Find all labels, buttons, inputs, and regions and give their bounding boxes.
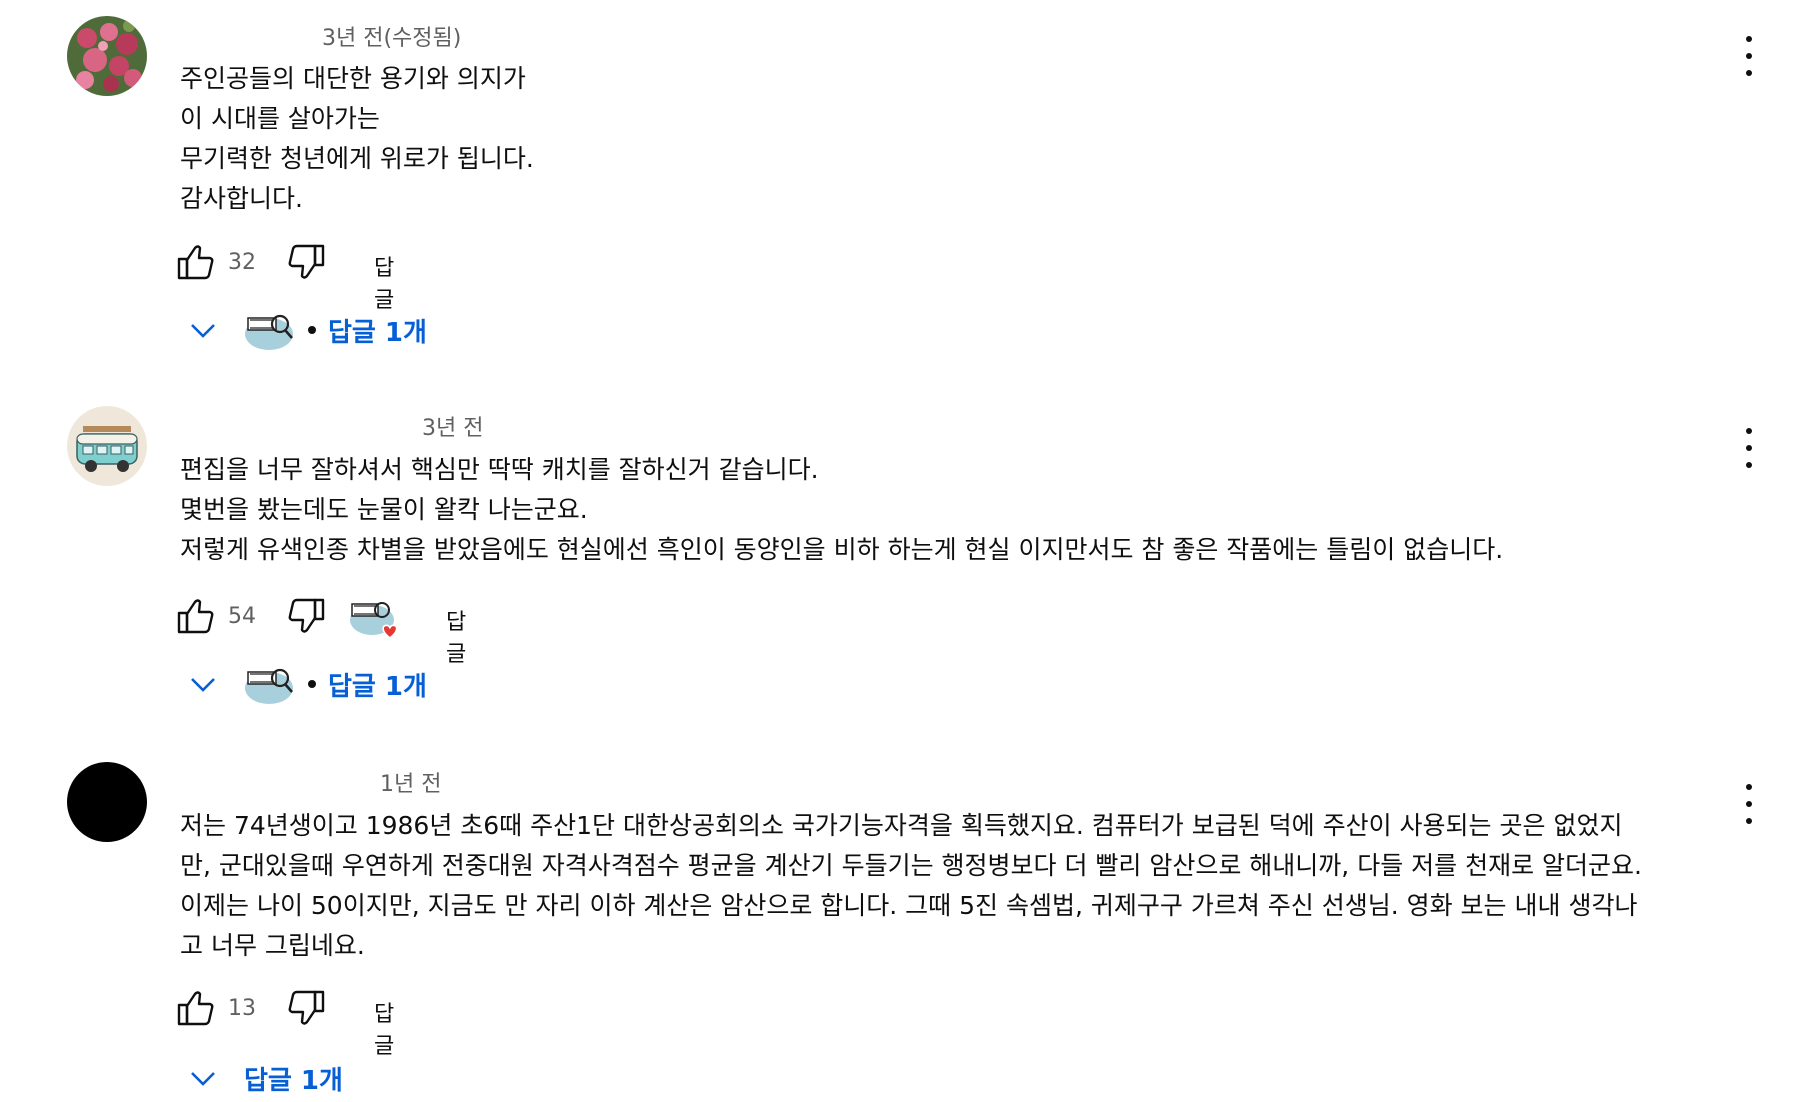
like-icon[interactable] bbox=[176, 596, 216, 640]
reply-button[interactable]: 답글 bbox=[374, 996, 394, 1060]
chevron-down-icon bbox=[191, 678, 215, 692]
separator-dot bbox=[308, 326, 316, 334]
dislike-icon[interactable] bbox=[286, 242, 326, 286]
view-replies-button[interactable]: 답글 1개 bbox=[186, 1054, 343, 1102]
reply-author-avatar bbox=[245, 668, 293, 704]
like-count: 13 bbox=[228, 996, 256, 1021]
comment-text: 저는 74년생이고 1986년 초6때 주산1단 대한상공회의소 국가기능자격을… bbox=[180, 811, 1642, 960]
comment-timestamp[interactable]: 3년 전(수정됨) bbox=[322, 20, 461, 52]
kebab-dot bbox=[1746, 445, 1752, 451]
chevron-down-icon bbox=[191, 1072, 215, 1086]
kebab-dot bbox=[1746, 428, 1752, 434]
replies-count-label: 답글 1개 bbox=[328, 671, 427, 702]
kebab-dot bbox=[1746, 784, 1752, 790]
kebab-dot bbox=[1746, 462, 1752, 468]
like-icon[interactable] bbox=[176, 242, 216, 286]
comment-timestamp[interactable]: 1년 전 bbox=[380, 766, 441, 798]
like-count: 32 bbox=[228, 250, 256, 275]
dislike-icon[interactable] bbox=[286, 596, 326, 640]
comment-timestamp[interactable]: 3년 전 bbox=[422, 410, 483, 442]
kebab-dot bbox=[1746, 801, 1752, 807]
commenter-avatar[interactable] bbox=[67, 406, 147, 486]
comment-text: 편집을 너무 잘하셔서 핵심만 딱딱 캐치를 잘하신거 같습니다. 몇번을 봤는… bbox=[180, 455, 1504, 564]
comment-text: 주인공들의 대단한 용기와 의지가 이 시대를 살아가는 무기력한 청년에게 위… bbox=[180, 64, 534, 213]
like-count: 54 bbox=[228, 604, 256, 629]
more-actions-button[interactable] bbox=[1735, 428, 1763, 468]
reply-button[interactable]: 답글 bbox=[446, 604, 466, 668]
replies-count-label: 답글 1개 bbox=[244, 1065, 343, 1096]
more-actions-button[interactable] bbox=[1735, 36, 1763, 76]
commenter-avatar[interactable] bbox=[67, 16, 147, 96]
view-replies-button[interactable]: 답글 1개 bbox=[186, 306, 427, 354]
replies-count-label: 답글 1개 bbox=[328, 317, 427, 348]
like-icon[interactable] bbox=[176, 988, 216, 1032]
reply-button[interactable]: 답글 bbox=[374, 250, 394, 314]
dislike-icon[interactable] bbox=[286, 988, 326, 1032]
kebab-dot bbox=[1746, 36, 1752, 42]
more-actions-button[interactable] bbox=[1735, 784, 1763, 824]
kebab-dot bbox=[1746, 53, 1752, 59]
creator-heart-badge bbox=[348, 594, 404, 642]
separator-dot bbox=[308, 680, 316, 688]
commenter-avatar[interactable] bbox=[67, 762, 147, 842]
reply-author-avatar bbox=[245, 314, 293, 350]
kebab-dot bbox=[1746, 818, 1752, 824]
chevron-down-icon bbox=[191, 324, 215, 338]
kebab-dot bbox=[1746, 70, 1752, 76]
view-replies-button[interactable]: 답글 1개 bbox=[186, 660, 427, 708]
